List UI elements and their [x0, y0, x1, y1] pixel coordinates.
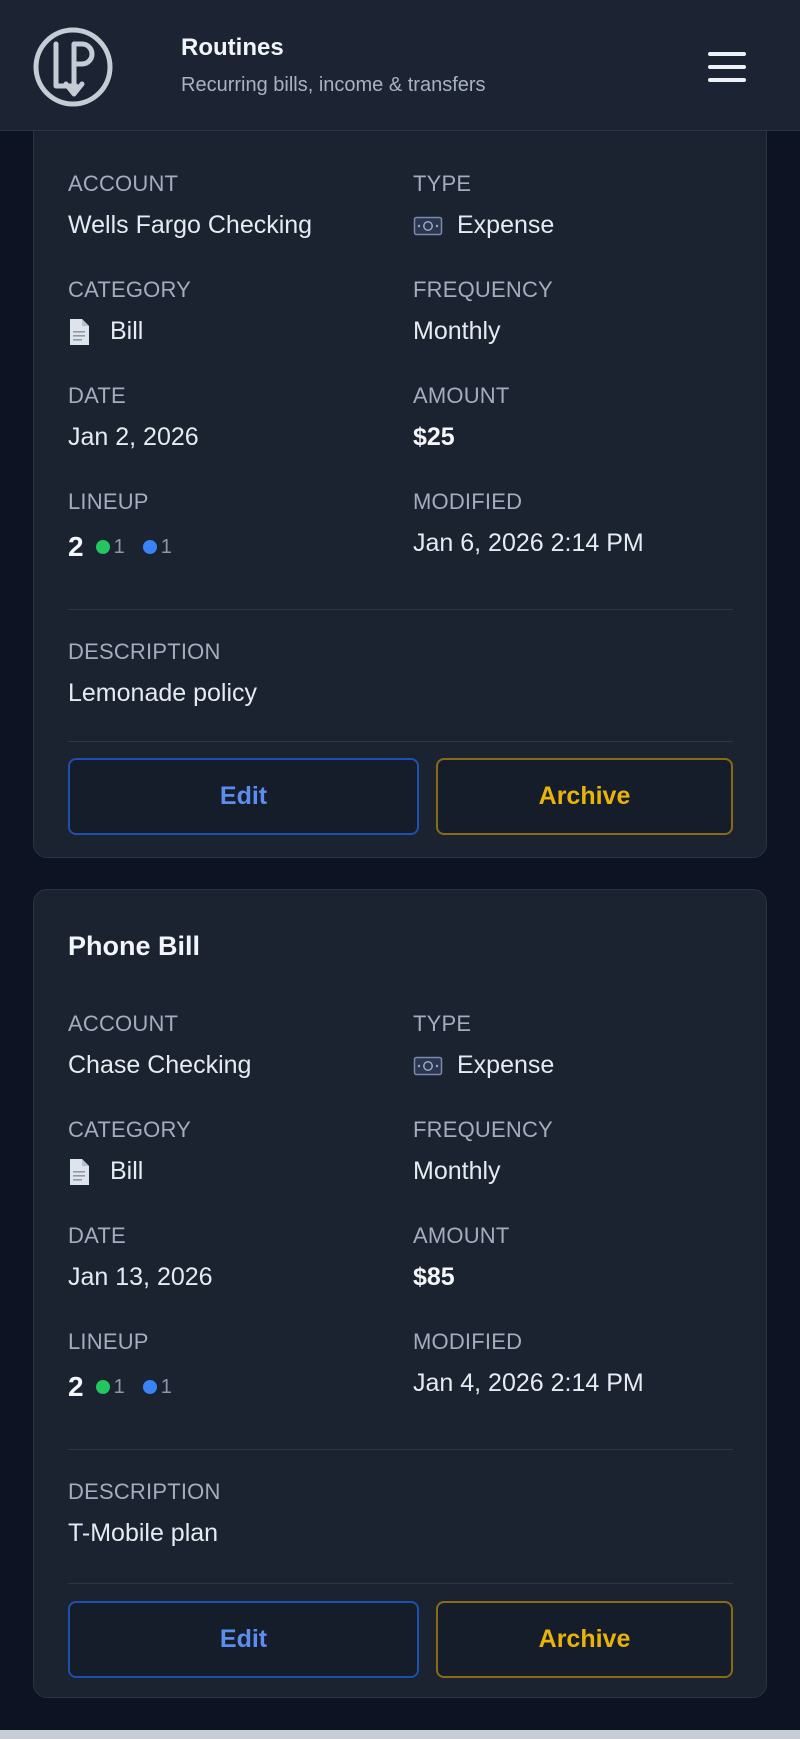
description-label: DESCRIPTION — [68, 1479, 221, 1504]
blue-status-dot — [142, 540, 157, 554]
date-label: DATE — [68, 1223, 126, 1248]
app-logo[interactable] — [32, 26, 114, 108]
amount-label: AMOUNT — [413, 383, 510, 408]
category-label: CATEGORY — [68, 277, 192, 302]
category-value: Bill — [68, 1157, 143, 1186]
type-label: TYPE — [413, 171, 472, 196]
document-icon — [70, 1158, 89, 1185]
lineup-total: 2 — [68, 531, 84, 562]
money-icon — [413, 1056, 443, 1075]
divider — [68, 1583, 733, 1584]
card-title: Phone Bill — [68, 931, 201, 961]
amount-value: $85 — [413, 1263, 455, 1291]
frequency-value: Monthly — [413, 1157, 501, 1185]
page-title: Routines — [181, 34, 284, 61]
lineup-green-count: 1 — [113, 535, 125, 558]
page-subtitle: Recurring bills, income & transfers — [181, 74, 486, 96]
menu-bar — [708, 65, 746, 69]
routine-card: ACCOUNT Wells Fargo Checking TYPE Expens… — [33, 90, 767, 858]
type-value: Expense — [413, 211, 554, 240]
frequency-label: FREQUENCY — [413, 277, 553, 302]
money-icon — [413, 216, 443, 235]
blue-status-dot — [142, 1380, 157, 1394]
lineup-green-count: 1 — [113, 1375, 125, 1398]
modified-label: MODIFIED — [413, 1329, 523, 1354]
lineup-total: 2 — [68, 1371, 84, 1402]
divider — [68, 741, 733, 742]
account-value: Chase Checking — [68, 1051, 252, 1079]
app-header: Routines Recurring bills, income & trans… — [0, 0, 800, 131]
menu-bar — [708, 78, 746, 82]
amount-label: AMOUNT — [413, 1223, 510, 1248]
account-value: Wells Fargo Checking — [68, 211, 313, 239]
routine-card: Phone Bill ACCOUNT Chase Checking TYPE E… — [33, 889, 767, 1698]
type-value: Expense — [413, 1051, 554, 1080]
date-value: Jan 2, 2026 — [68, 423, 199, 451]
lineup-label: LINEUP — [68, 1329, 149, 1354]
bottom-scroll-edge — [0, 1730, 800, 1739]
account-label: ACCOUNT — [68, 171, 179, 196]
lineup-blue-count: 1 — [160, 1375, 172, 1398]
category-text: Bill — [110, 317, 144, 345]
edit-button[interactable]: Edit — [68, 1601, 419, 1678]
modified-value: Jan 6, 2026 2:14 PM — [413, 529, 644, 557]
app-viewport: ACCOUNT Wells Fargo Checking TYPE Expens… — [0, 0, 800, 1739]
category-value: Bill — [68, 317, 143, 346]
category-label: CATEGORY — [68, 1117, 192, 1142]
green-status-dot — [95, 1380, 110, 1394]
amount-value: $25 — [413, 423, 455, 451]
type-text: Expense — [457, 211, 555, 239]
archive-button[interactable]: Archive — [436, 1601, 733, 1678]
date-value: Jan 13, 2026 — [68, 1263, 213, 1291]
document-icon — [70, 318, 89, 345]
description-label: DESCRIPTION — [68, 639, 221, 664]
edit-button[interactable]: Edit — [68, 758, 419, 835]
lineup-value: 2 1 1 — [68, 531, 190, 563]
date-label: DATE — [68, 383, 126, 408]
lp-logo-icon — [33, 27, 113, 107]
description-value: Lemonade policy — [68, 679, 258, 707]
category-text: Bill — [110, 1157, 144, 1185]
type-text: Expense — [457, 1051, 555, 1079]
divider — [68, 609, 733, 610]
divider — [68, 1449, 733, 1450]
archive-button[interactable]: Archive — [436, 758, 733, 835]
menu-bar — [708, 52, 746, 56]
lineup-blue-count: 1 — [160, 535, 172, 558]
lineup-value: 2 1 1 — [68, 1371, 190, 1403]
hamburger-menu-icon[interactable] — [700, 44, 754, 90]
type-label: TYPE — [413, 1011, 472, 1036]
account-label: ACCOUNT — [68, 1011, 179, 1036]
frequency-label: FREQUENCY — [413, 1117, 553, 1142]
green-status-dot — [95, 540, 110, 554]
modified-label: MODIFIED — [413, 489, 523, 514]
lineup-label: LINEUP — [68, 489, 149, 514]
modified-value: Jan 4, 2026 2:14 PM — [413, 1369, 644, 1397]
description-value: T-Mobile plan — [68, 1519, 219, 1547]
frequency-value: Monthly — [413, 317, 501, 345]
